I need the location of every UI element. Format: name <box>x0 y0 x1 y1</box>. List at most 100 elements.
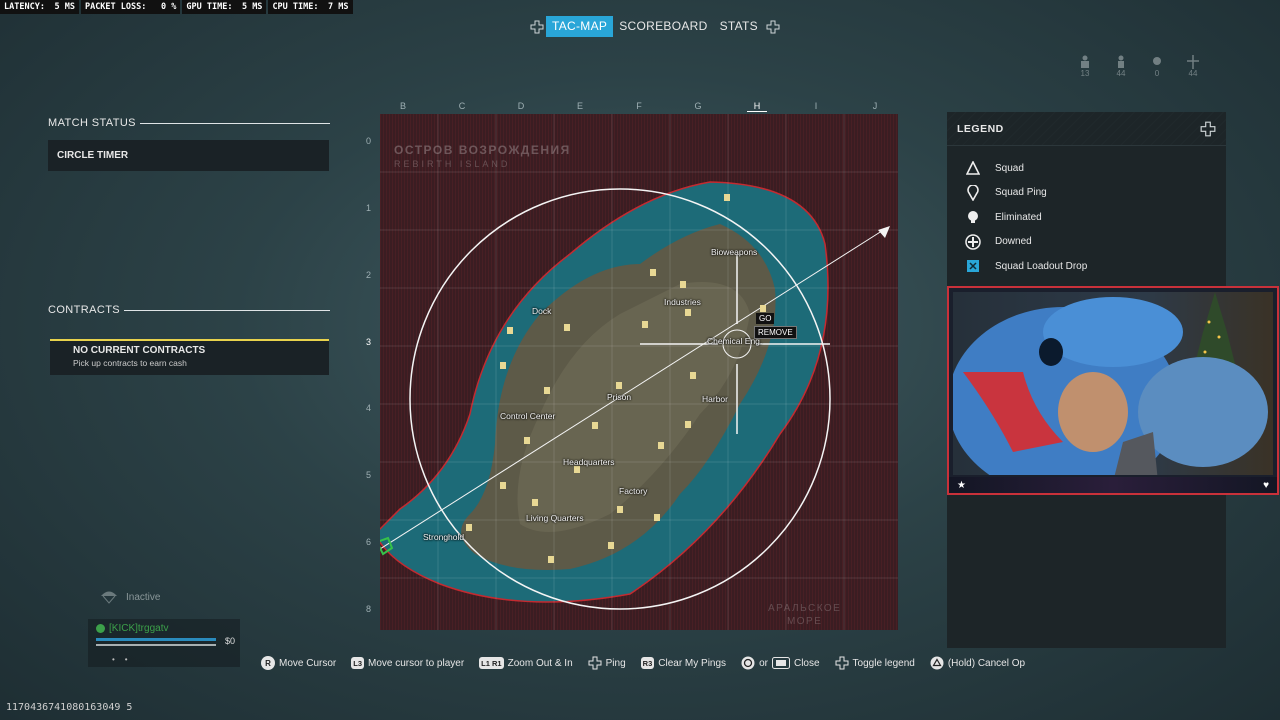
controls-hints: R Move Cursor L3 Move cursor to player L1 … <box>261 656 1040 670</box>
latency-stat: LATENCY: 5 MS <box>0 0 79 14</box>
dpad-left-icon <box>528 16 546 37</box>
map-corner-label: АРАЛЬСКОЕ МОРЕ <box>768 603 842 627</box>
contracts-title: CONTRACTS <box>48 304 121 316</box>
webcam-footer: ★ ♥ <box>949 477 1277 493</box>
tactical-map[interactable] <box>380 114 898 630</box>
map-col-label: G <box>694 101 702 111</box>
player-name: [KICK]trggatv <box>96 623 168 634</box>
poi-harbor: Harbor <box>702 394 728 404</box>
star-icon: ★ <box>957 479 966 491</box>
player-slots: •• <box>112 655 138 664</box>
map-col-label: E <box>576 101 583 111</box>
player-icon <box>1118 55 1124 68</box>
map-row-label: 5 <box>366 470 372 481</box>
legend-title: LEGEND <box>957 122 1004 135</box>
hint-clear-pings: R3 Clear My Pings <box>640 657 727 669</box>
map-row-label: 8 <box>366 603 372 614</box>
tab-stats[interactable]: STATS <box>714 16 764 37</box>
circle-timer: CIRCLE TIMER <box>48 140 329 171</box>
webcam-overlay: ★ ♥ <box>947 286 1279 495</box>
circle-button-icon <box>741 656 755 670</box>
squad-count: 13 <box>1074 55 1096 78</box>
remove-button[interactable]: REMOVE <box>754 326 797 339</box>
hint-move-cursor: R Move Cursor <box>261 656 336 670</box>
armor-bar <box>96 644 216 646</box>
map-row-label: 0 <box>366 136 372 146</box>
hint-move-to-player: L3 Move cursor to player <box>351 657 465 669</box>
legend-item-loadout-drop: Squad Loadout Drop <box>965 254 1226 279</box>
map-row-label: 4 <box>366 403 372 414</box>
map-col-label: F <box>636 101 642 111</box>
performance-bar: LATENCY: 5 MS PACKET LOSS: 0 % GPU TIME: 5 … <box>0 0 353 14</box>
go-button[interactable]: GO <box>756 313 775 324</box>
player-cash: $0 <box>225 636 236 646</box>
poi-headquarters: Headquarters <box>563 457 615 467</box>
contracts-header: CONTRACTS <box>48 304 330 316</box>
heart-icon: ♥ <box>1263 479 1269 491</box>
cpu-time-stat: CPU TIME: 7 MS <box>268 0 353 14</box>
poi-factory: Factory <box>619 486 648 496</box>
squad-icon <box>965 160 981 176</box>
match-status-header: MATCH STATUS <box>48 117 330 129</box>
triangle-button-icon <box>930 656 944 670</box>
l1-r1-button-icon: L1 R1 <box>479 657 504 669</box>
map-col-label: B <box>399 101 406 111</box>
poi-prison: Prison <box>607 392 632 402</box>
map-row-labels: 0 1 2 3 4 5 6 8 <box>366 114 380 630</box>
poi-dock: Dock <box>532 306 552 316</box>
dpad-right-icon <box>764 16 782 37</box>
eliminated-icon <box>965 209 981 225</box>
map-column-labels: B C D E F G H I J <box>380 101 898 112</box>
health-bar <box>96 638 216 641</box>
poi-bioweapons: Bioweapons <box>711 247 758 257</box>
hint-cancel-op: (Hold) Cancel Op <box>930 656 1025 670</box>
map-row-label: 6 <box>366 537 372 548</box>
gpu-time-stat: GPU TIME: 5 MS <box>182 0 267 14</box>
legend-item-eliminated: Eliminated <box>965 205 1226 230</box>
map-row-label: 3 <box>366 336 372 347</box>
squad-icon <box>1081 55 1089 68</box>
squad-ping-icon <box>965 184 981 201</box>
map-row-label: 2 <box>366 269 372 280</box>
r3-button-icon: R3 <box>640 657 655 669</box>
webcam-feed <box>953 292 1273 475</box>
map-title-ru: ОСТРОВ ВОЗРОЖДЕНИЯ <box>394 143 571 157</box>
touchpad-icon <box>771 657 790 669</box>
eliminated-count: 0 <box>1146 55 1168 78</box>
player-card: [KICK]trggatv $0 •• <box>88 619 240 667</box>
player-count: 44 <box>1110 55 1132 78</box>
map-col-label: H <box>747 101 767 112</box>
tab-scoreboard[interactable]: SCOREBOARD <box>613 16 713 37</box>
downed-icon <box>965 234 981 250</box>
hint-close: or Close <box>741 656 820 670</box>
no-contracts-label: NO CURRENT CONTRACTS <box>73 345 206 356</box>
dpad-icon <box>588 656 602 670</box>
parachute-icon <box>101 591 117 604</box>
match-counters: 13 44 0 44 <box>1074 55 1204 78</box>
plane-icon <box>1187 55 1199 69</box>
poi-industries: Industries <box>664 297 701 307</box>
dpad-icon <box>835 656 849 670</box>
r-stick-icon: R <box>261 656 275 670</box>
contracts-hint: Pick up contracts to earn cash <box>73 358 187 368</box>
packet-loss-stat: PACKET LOSS: 0 % <box>80 0 181 14</box>
hint-zoom: L1 R1 Zoom Out & In <box>479 657 573 669</box>
plane-count: 44 <box>1182 55 1204 78</box>
legend-item-downed: Downed <box>965 230 1226 255</box>
legend-item-squad: Squad <box>965 156 1226 181</box>
map-row-label: 1 <box>366 202 372 213</box>
poi-control-center: Control Center <box>500 411 556 421</box>
inactive-status: Inactive <box>100 589 160 605</box>
map-title-en: REBIRTH ISLAND <box>394 159 511 169</box>
match-status-title: MATCH STATUS <box>48 117 136 129</box>
legend-item-squad-ping: Squad Ping <box>965 181 1226 206</box>
tab-tac-map[interactable]: TAC-MAP <box>546 16 614 37</box>
poi-living-quarters: Living Quarters <box>526 513 584 523</box>
contracts-box: NO CURRENT CONTRACTS Pick up contracts t… <box>50 339 329 375</box>
map-col-label: I <box>814 101 818 111</box>
poi-stronghold: Stronghold <box>423 532 465 542</box>
loadout-drop-icon <box>965 258 981 274</box>
session-id: 1170436741080163049 5 <box>6 702 133 713</box>
top-tabs: TAC-MAP SCOREBOARD STATS <box>528 16 782 37</box>
l3-button-icon: L3 <box>351 657 365 669</box>
